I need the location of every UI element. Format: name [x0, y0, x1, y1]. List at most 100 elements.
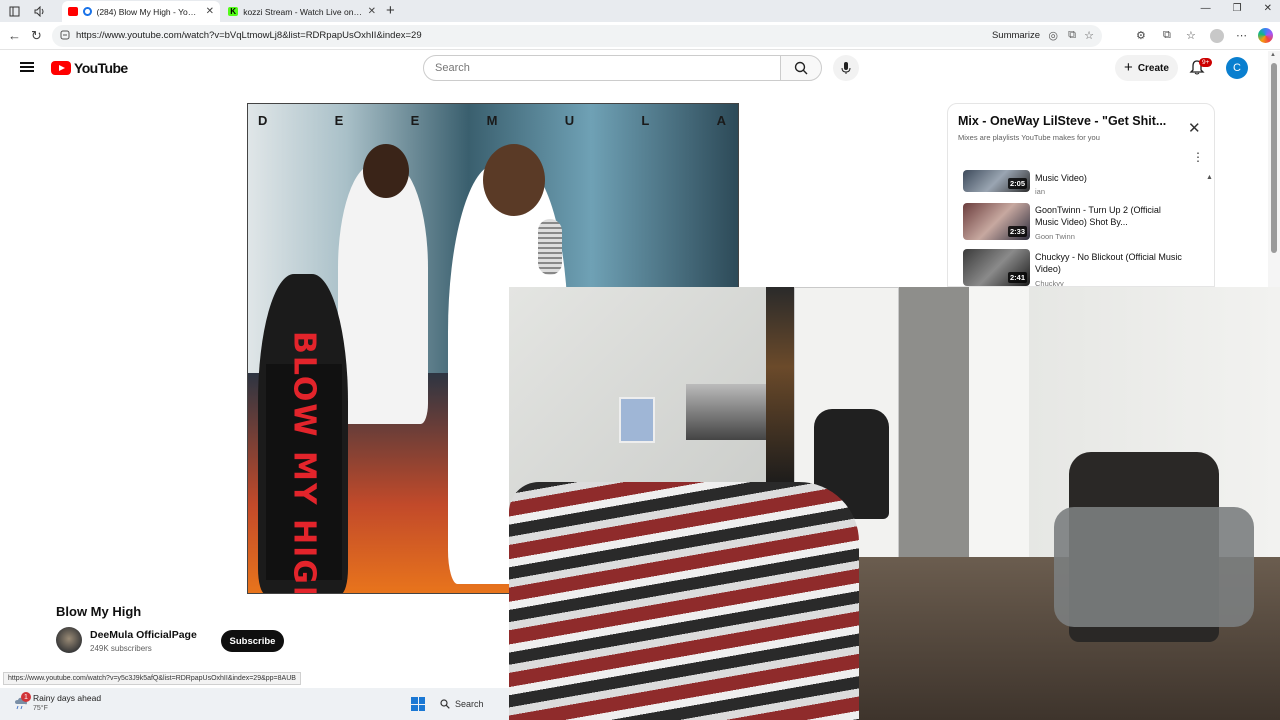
- youtube-logo[interactable]: YouTube: [51, 60, 128, 76]
- close-icon[interactable]: ✕: [1188, 119, 1201, 137]
- microphone-prop: [538, 219, 562, 275]
- plus-icon: +: [1124, 58, 1133, 76]
- copilot-icon[interactable]: [1258, 28, 1273, 43]
- thumbnail-letter: L: [641, 113, 652, 128]
- playlist-item-artist: Goon Twinn: [1035, 232, 1075, 241]
- duration-badge: 2:05: [1007, 178, 1027, 189]
- create-label: Create: [1137, 62, 1169, 74]
- account-avatar[interactable]: C: [1226, 57, 1248, 79]
- new-tab-icon[interactable]: +: [386, 2, 395, 19]
- subscriber-count: 249K subscribers: [90, 644, 152, 653]
- maximize-icon[interactable]: ❐: [1233, 3, 1242, 14]
- link-status-url: https://www.youtube.com/watch?v=y5c3J9k5…: [3, 672, 301, 685]
- tab-actions-icon[interactable]: [6, 3, 22, 19]
- search-input[interactable]: [424, 56, 744, 80]
- url-field[interactable]: https://www.youtube.com/watch?v=bVqLtmow…: [52, 25, 1102, 47]
- tab-kick[interactable]: K kozzi Stream - Watch Live on Kick ✕: [222, 1, 382, 22]
- kick-favicon-icon: K: [228, 7, 239, 16]
- browser-profile-icon[interactable]: [1210, 29, 1224, 43]
- channel-name[interactable]: DeeMula OfficialPage: [90, 629, 197, 641]
- video-title: Blow My High: [56, 604, 142, 619]
- youtube-favicon-icon: [68, 7, 78, 16]
- scroll-up-icon[interactable]: ▲: [1270, 52, 1276, 58]
- tab-close-icon[interactable]: ✕: [368, 6, 376, 17]
- thumbnail-figure-head: [483, 144, 545, 216]
- more-options-icon[interactable]: ⋮: [1192, 150, 1204, 164]
- read-aloud-icon[interactable]: ◎: [1048, 29, 1058, 42]
- more-menu-icon[interactable]: ⋯: [1236, 29, 1247, 42]
- playlist-title[interactable]: Mix - OneWay LilSteve - "Get Shit...: [958, 114, 1166, 128]
- playlist-item-thumbnail[interactable]: 2:41: [963, 249, 1030, 286]
- playlist-item-artist: ian: [1035, 187, 1046, 196]
- url-text[interactable]: https://www.youtube.com/watch?v=bVqLtmow…: [76, 30, 422, 41]
- back-arrow-icon[interactable]: ←: [8, 28, 21, 43]
- playlist-item[interactable]: 2:33 GoonTwinn - Turn Up 2 (Official Mus…: [963, 203, 1213, 243]
- playlist-item-title[interactable]: GoonTwinn - Turn Up 2 (Official Music Vi…: [1035, 204, 1185, 228]
- voice-search-button[interactable]: [833, 55, 859, 81]
- youtube-header: YouTube + Create C: [0, 51, 1268, 87]
- youtube-wordmark: YouTube: [74, 60, 128, 76]
- playlist-item-title[interactable]: Music Video): [1035, 172, 1185, 184]
- thumbnail-figure-head: [363, 144, 409, 198]
- tab-youtube[interactable]: (284) Blow My High - YouTube ✕: [62, 1, 220, 22]
- taskbar-search-label: Search: [455, 699, 484, 709]
- playlist-item-artist: Chuckyy: [1035, 279, 1064, 287]
- microphone-icon: [841, 62, 851, 74]
- wall-poster: [686, 384, 766, 440]
- weather-alert-badge: 1: [21, 692, 31, 702]
- guide-menu-icon[interactable]: [20, 62, 34, 72]
- weather-summary[interactable]: Rainy days ahead: [33, 693, 101, 703]
- split-screen-icon[interactable]: ⧉: [1068, 29, 1076, 42]
- scrollbar-thumb[interactable]: [1271, 63, 1277, 253]
- address-bar-row: ← ↻ https://www.youtube.com/watch?v=bVqL…: [0, 22, 1280, 66]
- window-controls: — ❐ ✕: [1201, 3, 1272, 14]
- wall-poster: [619, 397, 655, 443]
- playlist-item-thumbnail[interactable]: 2:33: [963, 203, 1030, 240]
- reload-icon[interactable]: ↻: [31, 28, 42, 44]
- thumbnail-title-text: BLOW MY HIGH: [286, 331, 322, 594]
- create-button[interactable]: + Create: [1115, 55, 1178, 81]
- grey-blanket: [1054, 507, 1254, 627]
- page-scrollbar[interactable]: ▲: [1268, 51, 1280, 287]
- thumbnail-artist-letters: D E E M U L A: [258, 113, 728, 128]
- channel-avatar[interactable]: [56, 627, 82, 653]
- striped-bed: [509, 482, 859, 720]
- extensions-icon[interactable]: ⚙: [1136, 29, 1146, 42]
- subscribe-button[interactable]: Subscribe: [221, 630, 284, 652]
- wall-pillar: [969, 287, 1029, 587]
- mix-playlist-panel: Mix - OneWay LilSteve - "Get Shit... Mix…: [947, 103, 1215, 287]
- minimize-icon[interactable]: —: [1201, 3, 1211, 14]
- search-icon: [794, 61, 808, 75]
- wall-tapestry: [766, 287, 794, 487]
- thumbnail-letter: D: [258, 113, 270, 128]
- tab-title: (284) Blow My High - YouTube: [96, 6, 201, 17]
- tab-title: kozzi Stream - Watch Live on Kick: [243, 6, 363, 17]
- playlist-item-thumbnail[interactable]: 2:05: [963, 170, 1030, 192]
- search-box[interactable]: [423, 55, 781, 81]
- thumbnail-title-banner: BLOW MY HIGH: [266, 331, 342, 593]
- browser-tab-strip: (284) Blow My High - YouTube ✕ K kozzi S…: [0, 0, 1280, 22]
- tab-actions: [6, 3, 48, 19]
- window-close-icon[interactable]: ✕: [1264, 3, 1272, 14]
- split-icon[interactable]: ⧉: [1163, 29, 1171, 42]
- search-button[interactable]: [780, 55, 822, 81]
- search-icon: [440, 699, 450, 709]
- windows-start-icon[interactable]: [411, 697, 425, 711]
- summarize-button[interactable]: Summarize: [992, 30, 1040, 41]
- audio-playing-icon: [82, 7, 92, 16]
- playlist-item[interactable]: 2:41 Chuckyy - No Blickout (Official Mus…: [963, 249, 1213, 287]
- speaker-icon[interactable]: [32, 3, 48, 19]
- site-info-icon[interactable]: [60, 30, 70, 43]
- webcam-overlay: [509, 287, 1280, 720]
- playlist-item-title[interactable]: Chuckyy - No Blickout (Official Music Vi…: [1035, 251, 1185, 275]
- duration-badge: 2:41: [1007, 272, 1027, 283]
- notification-count-badge: 9+: [1199, 58, 1213, 67]
- thumbnail-letter: E: [410, 113, 422, 128]
- taskbar-search[interactable]: Search: [440, 696, 484, 712]
- weather-temperature: 75°F: [33, 705, 48, 712]
- favorites-icon[interactable]: ☆: [1186, 29, 1196, 42]
- tab-close-icon[interactable]: ✕: [206, 6, 214, 17]
- favorite-star-icon[interactable]: ☆: [1084, 29, 1094, 42]
- duration-badge: 2:33: [1007, 226, 1027, 237]
- thumbnail-letter: M: [486, 113, 500, 128]
